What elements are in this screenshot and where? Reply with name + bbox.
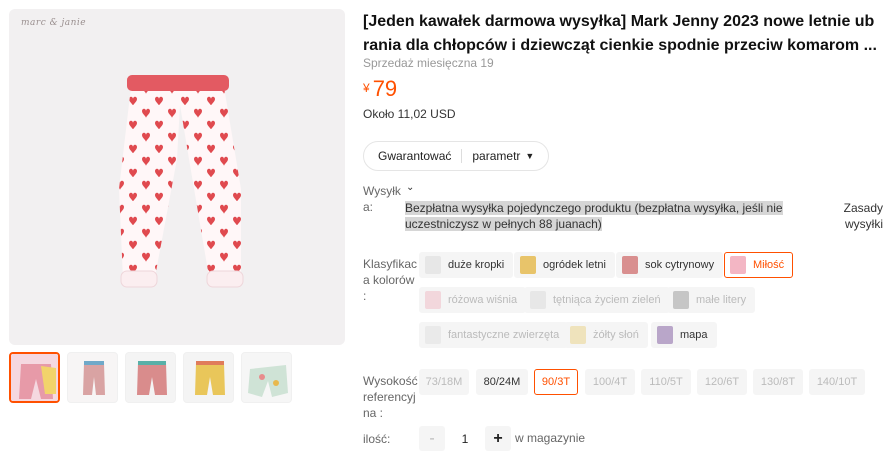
swatch-icon <box>673 291 689 309</box>
chevron-down-icon[interactable]: ⌄ <box>406 182 414 193</box>
size-option-110-5t[interactable]: 110/5T <box>641 369 691 395</box>
swatch-icon <box>520 256 536 274</box>
size-option-73-18m[interactable]: 73/18M <box>419 369 469 395</box>
color-label-line2: a kolorów <box>363 273 415 287</box>
color-option-zolty-slon[interactable]: żółty słoń <box>564 322 648 348</box>
product-title: [Jeden kawałek darmowa wysyłka] Mark Jen… <box>363 13 877 54</box>
thumbnail-1[interactable] <box>9 352 60 403</box>
size-option-100-4t[interactable]: 100/4T <box>585 369 635 395</box>
shipping-rules-link[interactable]: Zasady wysyłki <box>823 200 883 232</box>
size-option-120-6t[interactable]: 120/6T <box>697 369 747 395</box>
size-option-80-24m[interactable]: 80/24M <box>476 369 528 395</box>
color-option-rozowa-wisnia[interactable]: różowa wiśnia <box>419 287 527 313</box>
thumbnail-strip <box>9 352 292 403</box>
swatch-icon <box>425 326 441 344</box>
color-option-label: żółty słoń <box>593 329 639 341</box>
currency-symbol: ¥ <box>363 81 370 95</box>
color-label-line1: Klasyfikac <box>363 257 418 271</box>
color-option-fantastyczne-zwierzeta[interactable]: fantastyczne zwierzęta <box>419 322 569 348</box>
color-option-sok-cytrynowy[interactable]: sok cytrynowy <box>616 252 724 278</box>
color-option-milosc[interactable]: Miłość <box>724 252 794 278</box>
color-option-mapa[interactable]: mapa <box>651 322 717 348</box>
tab-params[interactable]: parametr <box>472 149 520 163</box>
shipping-description-text: Bezpłatna wysyłka pojedynczego produktu … <box>405 201 783 231</box>
pants-illustration <box>119 75 244 288</box>
size-option-130-8t[interactable]: 130/8T <box>753 369 803 395</box>
price: ¥79 <box>363 76 397 102</box>
swatch-icon <box>530 291 546 309</box>
chevron-down-icon[interactable]: ▼ <box>525 151 534 161</box>
color-option-ogrodek-letni[interactable]: ogródek letni <box>514 252 615 278</box>
color-option-label: różowa wiśnia <box>448 294 518 306</box>
color-label-line3: : <box>363 289 367 303</box>
color-option-male-litery[interactable]: małe litery <box>667 287 756 313</box>
stock-status: w magazynie <box>515 431 586 445</box>
color-option-label: tętniąca życiem zieleń <box>553 294 661 306</box>
tab-guarantee[interactable]: Gwarantować <box>378 149 451 163</box>
shipping-label-line1: Wysyłk <box>363 184 401 198</box>
color-option-tetniaca-zielen[interactable]: tętniąca życiem zieleń <box>524 287 670 313</box>
color-label: Klasyfikac a kolorów : <box>363 256 417 304</box>
tab-divider <box>461 149 463 163</box>
color-option-label: mapa <box>680 329 708 341</box>
thumbnail-5[interactable] <box>241 352 292 403</box>
quantity-increment-button[interactable]: + <box>485 426 511 451</box>
swatch-icon <box>570 326 586 344</box>
color-option-label: duże kropki <box>448 259 505 271</box>
monthly-sales: Sprzedaż miesięczna 19 <box>363 56 494 70</box>
thumbnail-3[interactable] <box>125 352 176 403</box>
color-option-label: ogródek letni <box>543 259 606 271</box>
shipping-description: Bezpłatna wysyłka pojedynczego produktu … <box>405 200 828 232</box>
main-product-image[interactable]: marc & janie <box>9 9 345 345</box>
shipping-label: Wysyłk a: <box>363 183 401 215</box>
color-option-label: małe litery <box>696 294 747 306</box>
price-value: 79 <box>372 76 398 101</box>
swatch-icon <box>657 326 673 344</box>
size-label-line1: Wysokość <box>363 374 418 388</box>
size-option-90-3t[interactable]: 90/3T <box>534 369 578 395</box>
swatch-icon <box>730 256 746 274</box>
quantity-input[interactable]: 1 <box>447 426 483 451</box>
swatch-icon <box>622 256 638 274</box>
size-label: Wysokość referencyj na : <box>363 373 418 421</box>
quantity-label: ilość: <box>363 432 391 446</box>
color-option-label: sok cytrynowy <box>645 259 715 271</box>
approx-price: Około 11,02 USD <box>363 107 456 121</box>
size-label-line2: referencyj <box>363 390 416 404</box>
thumbnail-4[interactable] <box>183 352 234 403</box>
info-tabs: Gwarantować parametr ▼ <box>363 141 550 171</box>
size-label-line3: na : <box>363 406 384 420</box>
color-option-label: Miłość <box>753 259 785 271</box>
thumbnail-2[interactable] <box>67 352 118 403</box>
shipping-label-line2: a: <box>363 200 374 214</box>
swatch-icon <box>425 256 441 274</box>
color-option-label: fantastyczne zwierzęta <box>448 329 560 341</box>
size-option-140-10t[interactable]: 140/10T <box>809 369 865 395</box>
quantity-decrement-button[interactable]: - <box>419 426 445 451</box>
color-option-duze-kropki[interactable]: duże kropki <box>419 252 514 278</box>
swatch-icon <box>425 291 441 309</box>
